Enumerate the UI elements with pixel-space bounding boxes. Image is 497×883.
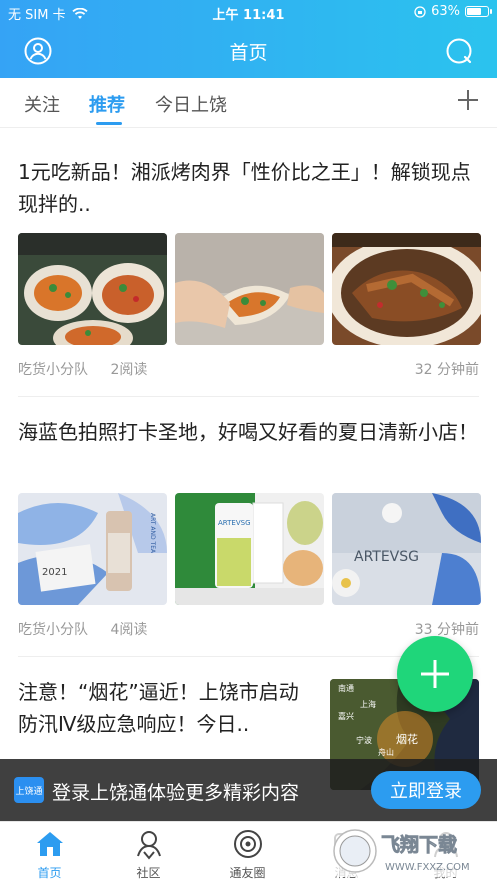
page-title: 首页 (229, 42, 268, 64)
image-brand-text: ART AND TEA (149, 513, 156, 554)
community-icon (137, 831, 161, 860)
login-banner: 上饶通 登录上饶通体验更多精彩内容 立即登录 (0, 759, 497, 821)
article-author: 吃货小分队 (18, 362, 88, 378)
article-title[interactable]: 1元吃新品！湘派烤肉界「性价比之王」！解锁现点现拌的.. (18, 156, 480, 220)
article-image (175, 233, 324, 345)
orientation-lock-icon (414, 5, 426, 18)
article-image: ARTEVSG (175, 493, 324, 605)
plus-icon (421, 660, 449, 688)
article-time: 32 分钟前 (414, 362, 479, 378)
search-icon (446, 38, 472, 64)
bottom-nav-label: 首页 (37, 866, 62, 880)
divider (18, 396, 479, 397)
map-label: 嘉兴 (338, 711, 354, 721)
article-image (332, 233, 481, 345)
map-label: 烟花 (396, 732, 418, 746)
article-meta: 吃货小分队 2阅读 32 分钟前 (18, 359, 479, 379)
login-button[interactable]: 立即登录 (371, 771, 481, 809)
battery-icon (465, 6, 492, 17)
tab-recommend[interactable]: 推荐 (89, 91, 125, 117)
bottom-nav-label: 社区 (136, 866, 161, 880)
bottom-nav-home[interactable]: 首页 (0, 822, 99, 883)
map-label: 南通 (338, 683, 354, 693)
app-logo: 上饶通 (14, 777, 44, 803)
bottom-nav-label: 通友圈 (229, 866, 266, 880)
watermark-text: 飞翔下载 (381, 833, 457, 856)
bottom-nav-circle[interactable]: 通友圈 (198, 822, 297, 883)
image-year-text: 2021 (42, 567, 67, 578)
bottom-nav-community[interactable]: 社区 (99, 822, 198, 883)
map-label: 上海 (360, 699, 376, 709)
article-time: 33 分钟前 (414, 622, 479, 638)
tab-today-shangrao[interactable]: 今日上饶 (155, 91, 227, 117)
login-prompt-text: 登录上饶通体验更多精彩内容 (52, 782, 300, 804)
add-channel-button[interactable] (457, 88, 479, 116)
battery-percent: 63% (431, 4, 460, 19)
image-brand-text: ARTEVSG (354, 549, 419, 565)
map-label: 宁波 (356, 735, 372, 745)
home-icon (37, 832, 63, 856)
article-author: 吃货小分队 (18, 622, 88, 638)
map-label: 舟山 (378, 747, 394, 757)
app-header: 无 SIM 卡 上午 11:41 63% 首页 (0, 0, 497, 78)
article-meta: 吃货小分队 4阅读 33 分钟前 (18, 619, 479, 639)
status-bar: 无 SIM 卡 上午 11:41 63% (0, 0, 497, 24)
plus-icon (458, 90, 478, 110)
active-tab-indicator (96, 122, 122, 125)
tab-follow[interactable]: 关注 (24, 91, 60, 117)
circle-icon (234, 830, 262, 858)
article-read-count: 4阅读 (110, 622, 148, 638)
category-tabs: 关注 推荐 今日上饶 (0, 78, 497, 128)
article-image: ARTEVSG (332, 493, 481, 605)
article-image (18, 233, 167, 345)
watermark: 飞翔下载 WWW.FXXZ.COM (331, 823, 489, 879)
watermark-url: WWW.FXXZ.COM (385, 862, 470, 873)
create-post-button[interactable] (397, 636, 473, 712)
search-button[interactable] (443, 35, 475, 67)
article-title[interactable]: 海蓝色拍照打卡圣地，好喝又好看的夏日清新小店！ (18, 416, 480, 448)
article-image: 2021 ART AND TEA (18, 493, 167, 605)
article-read-count: 2阅读 (110, 362, 148, 378)
article-title[interactable]: 注意！“烟花”逼近！上饶市启动防汛Ⅳ级应急响应！今日.. (18, 676, 308, 740)
image-brand-text: ARTEVSG (218, 519, 251, 527)
